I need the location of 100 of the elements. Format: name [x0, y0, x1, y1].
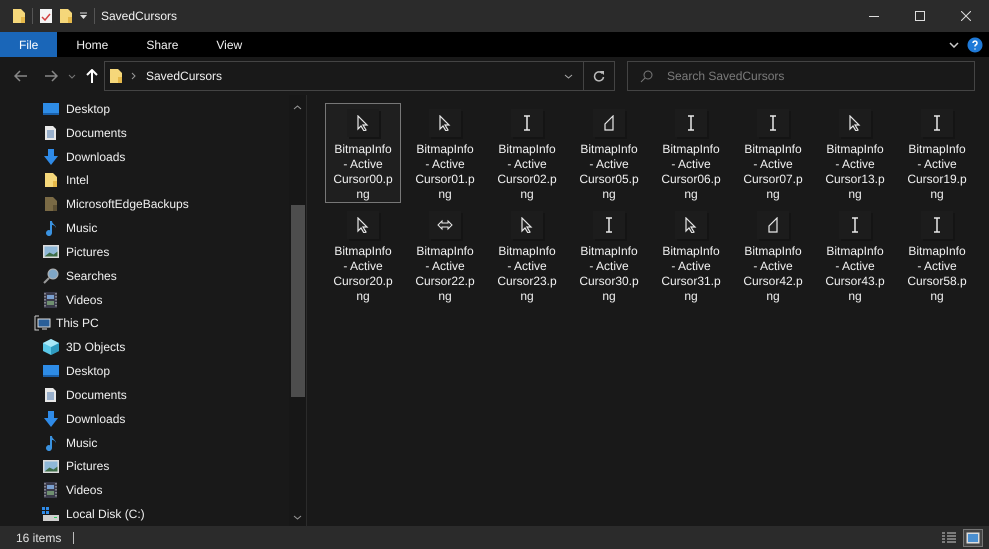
pointer-arrow-icon — [683, 217, 699, 233]
film-icon — [44, 482, 57, 498]
pointer-arrow-icon — [355, 115, 371, 131]
picture-icon — [42, 245, 58, 258]
chevron-right-icon — [131, 72, 136, 80]
maximize-icon — [915, 11, 925, 21]
disk-drive-icon — [42, 506, 59, 521]
pointer-arrow-icon — [847, 115, 863, 131]
picture-icon — [42, 460, 58, 473]
file-item[interactable]: BitmapInfo - Active Cursor06.png — [653, 103, 729, 203]
window-title: SavedCursors — [101, 8, 178, 25]
folder-icon — [109, 68, 123, 84]
ribbon-tab[interactable]: View — [197, 32, 262, 57]
nav-item[interactable]: Downloads — [0, 406, 289, 431]
file-item[interactable]: BitmapInfo - Active Cursor42.png — [735, 205, 811, 305]
nav-item[interactable]: Pictures — [0, 240, 289, 264]
computer-icon — [34, 315, 51, 332]
nav-item[interactable]: Documents — [0, 120, 289, 145]
chevron-up-icon[interactable] — [293, 105, 302, 110]
download-arrow-icon — [42, 148, 58, 165]
search-field[interactable]: Search SavedCursors — [627, 61, 975, 91]
pointer-arrow-icon — [437, 115, 453, 131]
nav-item[interactable]: Music — [0, 216, 289, 240]
address-bar[interactable]: SavedCursors — [104, 61, 615, 91]
file-item[interactable]: BitmapInfo - Active Cursor00.png — [325, 103, 401, 203]
dropdown-arrow-icon[interactable] — [79, 12, 88, 20]
file-item[interactable]: BitmapInfo - Active Cursor31.png — [653, 205, 729, 305]
desktop-icon — [42, 102, 58, 116]
close-icon — [961, 11, 971, 21]
nav-item[interactable]: Music — [0, 430, 289, 454]
file-name: BitmapInfo - Active Cursor30.png — [578, 244, 640, 304]
search-icon — [42, 268, 58, 284]
file-item[interactable]: BitmapInfo - Active Cursor23.png — [489, 205, 565, 305]
nav-item[interactable]: Videos — [0, 288, 289, 312]
nav-item[interactable]: This PC — [0, 311, 289, 336]
ribbon-tab[interactable]: Home — [57, 32, 128, 57]
checklist-icon[interactable] — [39, 8, 53, 24]
file-item[interactable]: BitmapInfo - Active Cursor19.png — [899, 103, 975, 203]
file-item[interactable]: BitmapInfo - Active Cursor13.png — [817, 103, 893, 203]
file-item[interactable]: BitmapInfo - Active Cursor43.png — [817, 205, 893, 305]
item-count: 16 items — [16, 530, 62, 546]
nav-item[interactable]: Local Disk (C:) — [0, 502, 289, 526]
chevron-down-icon[interactable] — [293, 515, 302, 520]
document-icon — [44, 124, 57, 141]
pointer-arrow-icon — [355, 217, 371, 233]
file-name: BitmapInfo - Active Cursor01.png — [414, 142, 476, 202]
back-arrow-icon[interactable] — [14, 70, 28, 82]
file-item[interactable]: BitmapInfo - Active Cursor07.png — [735, 103, 811, 203]
folder-icon — [44, 172, 58, 188]
search-input[interactable]: Search SavedCursors — [667, 67, 974, 85]
nav-item[interactable]: Searches — [0, 264, 289, 288]
music-note-icon — [44, 434, 56, 450]
file-name: BitmapInfo - Active Cursor58.png — [906, 244, 968, 304]
file-name: BitmapInfo - Active Cursor00.png — [332, 142, 394, 202]
nav-item[interactable]: Desktop — [0, 359, 289, 383]
file-name: BitmapInfo - Active Cursor43.png — [824, 244, 886, 304]
desktop-icon — [42, 364, 58, 378]
file-item[interactable]: BitmapInfo - Active Cursor01.png — [407, 103, 483, 203]
nav-item[interactable]: Desktop — [0, 97, 289, 121]
folder-icon — [44, 196, 58, 212]
ribbon-tab[interactable]: Share — [127, 32, 198, 57]
address-path: SavedCursors — [146, 68, 222, 85]
nav-item[interactable]: 3D Objects — [0, 335, 289, 360]
file-name: BitmapInfo - Active Cursor13.png — [824, 142, 886, 202]
nav-item[interactable]: Documents — [0, 382, 289, 407]
file-item[interactable]: BitmapInfo - Active Cursor30.png — [571, 205, 647, 305]
folder-icon — [59, 8, 73, 24]
file-name: BitmapInfo - Active Cursor42.png — [742, 244, 804, 304]
file-item[interactable]: BitmapInfo - Active Cursor58.png — [899, 205, 975, 305]
file-name: BitmapInfo - Active Cursor31.png — [660, 244, 722, 304]
scrollbar-thumb[interactable] — [290, 205, 304, 397]
chevron-down-icon[interactable] — [564, 74, 573, 78]
help-icon[interactable] — [967, 36, 983, 52]
nav-item[interactable]: Downloads — [0, 144, 289, 168]
up-arrow-icon[interactable] — [86, 69, 98, 83]
pointer-arrow-icon — [519, 217, 535, 233]
file-name: BitmapInfo - Active Cursor05.png — [578, 142, 640, 202]
nav-item[interactable]: MicrosoftEdgeBackups — [0, 192, 289, 216]
film-icon — [44, 292, 57, 308]
chevron-down-icon[interactable] — [949, 42, 959, 48]
file-item[interactable]: BitmapInfo - Active Cursor05.png — [571, 103, 647, 203]
nav-item[interactable]: Intel — [0, 168, 289, 192]
nav-item[interactable]: Pictures — [0, 454, 289, 478]
file-name: BitmapInfo - Active Cursor20.png — [332, 244, 394, 304]
forward-arrow-icon[interactable] — [44, 70, 58, 82]
refresh-icon[interactable] — [593, 70, 605, 82]
file-item[interactable]: BitmapInfo - Active Cursor20.png — [325, 205, 401, 305]
file-name: BitmapInfo - Active Cursor23.png — [496, 244, 558, 304]
folder-icon — [12, 8, 26, 24]
file-name: BitmapInfo - Active Cursor02.png — [496, 142, 558, 202]
nav-item[interactable]: Videos — [0, 478, 289, 502]
download-arrow-icon — [42, 410, 58, 427]
large-icons-view-button[interactable] — [963, 528, 983, 546]
cube-icon — [42, 339, 58, 356]
search-icon — [640, 70, 653, 82]
ribbon-tab[interactable]: File — [0, 32, 58, 57]
file-item[interactable]: BitmapInfo - Active Cursor02.png — [489, 103, 565, 203]
file-item[interactable]: BitmapInfo - Active Cursor22.png — [407, 205, 483, 305]
file-name: BitmapInfo - Active Cursor22.png — [414, 244, 476, 304]
music-note-icon — [44, 220, 56, 236]
